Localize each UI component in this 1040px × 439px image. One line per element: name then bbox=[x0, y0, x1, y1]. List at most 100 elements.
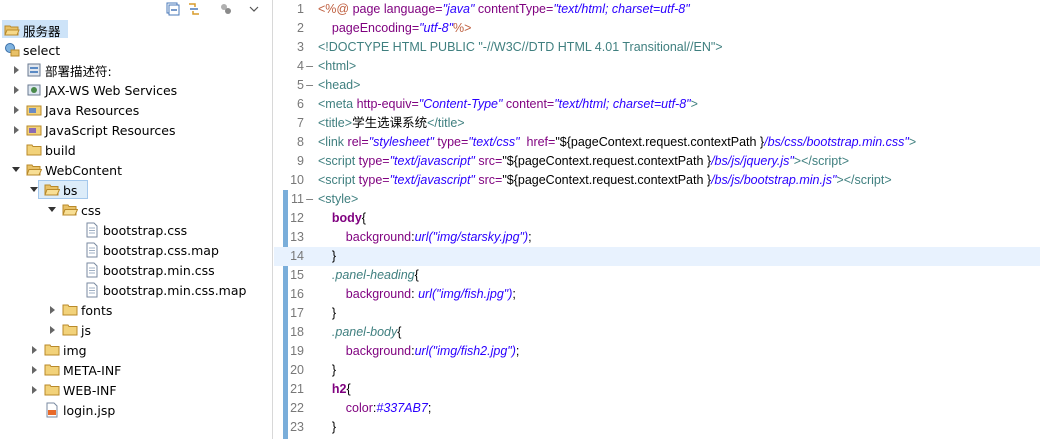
code-token: <style> bbox=[318, 192, 359, 206]
folder-icon bbox=[62, 322, 78, 338]
tree-item-fonts[interactable]: fonts bbox=[48, 300, 112, 320]
code-token: "utf-8" bbox=[419, 21, 454, 35]
code-line-9[interactable]: 9 <script type="text/javascript" src="${p… bbox=[274, 152, 1040, 171]
code-token: contentType= bbox=[474, 2, 554, 16]
code-line-13[interactable]: 13 background:url("img/starsky.jpg"); bbox=[274, 228, 1040, 247]
code-line-6[interactable]: 6 <meta http-equiv="Content-Type" content… bbox=[274, 95, 1040, 114]
file-icon bbox=[84, 282, 100, 298]
tree-item-label: JAX-WS Web Services bbox=[45, 82, 178, 98]
code-token: .panel-heading bbox=[331, 268, 415, 282]
project-node[interactable]: select bbox=[4, 40, 60, 60]
code-line-21[interactable]: 21 h2{ bbox=[274, 380, 1040, 399]
tree-item-javascript-resources[interactable]: JavaScript Resources bbox=[12, 120, 175, 140]
code-token: "text/javascript" bbox=[389, 154, 475, 168]
tree-item-webcontent[interactable]: WebContent bbox=[12, 160, 122, 180]
servers-node[interactable]: 服务器 bbox=[4, 20, 61, 40]
view-menu-button[interactable] bbox=[246, 1, 262, 17]
file-icon bbox=[84, 242, 100, 258]
code-line-10[interactable]: 10 <script type="text/javascript" src="${… bbox=[274, 171, 1040, 190]
fold-collapse-icon[interactable] bbox=[305, 57, 315, 76]
code-line-22[interactable]: 22 color:#337AB7; bbox=[274, 399, 1040, 418]
code-token: %> bbox=[453, 21, 472, 35]
code-token: "text/html; charset=utf-8" bbox=[553, 2, 690, 16]
tree-item-label: css bbox=[81, 202, 101, 218]
code-token: "text/html; charset=utf-8" bbox=[554, 97, 691, 111]
focus-button[interactable] bbox=[218, 1, 234, 17]
code-line-18[interactable]: 18 .panel-body{ bbox=[274, 323, 1040, 342]
code-text: <link rel="stylesheet" type="text/css" h… bbox=[318, 133, 916, 152]
collapsed-twisty-icon[interactable] bbox=[48, 305, 58, 315]
code-text: <meta http-equiv="Content-Type" content=… bbox=[318, 95, 698, 114]
code-token: src= bbox=[474, 173, 503, 187]
tree-item-jax-ws-web-services[interactable]: JAX-WS Web Services bbox=[12, 80, 177, 100]
code-token: <!DOCTYPE HTML PUBLIC bbox=[318, 40, 479, 54]
tree-item-label: login.jsp bbox=[63, 402, 116, 418]
code-token: } bbox=[318, 363, 337, 377]
folder-icon bbox=[26, 142, 42, 158]
expanded-twisty-icon[interactable] bbox=[30, 185, 40, 195]
tree-item-deployment-descriptor[interactable]: 部署描述符: bbox=[12, 60, 112, 80]
code-line-16[interactable]: 16 background: url("img/fish.jpg"); bbox=[274, 285, 1040, 304]
code-line-12[interactable]: 12 body{ bbox=[274, 209, 1040, 228]
expanded-twisty-icon[interactable] bbox=[12, 165, 22, 175]
tree-item-bootstrap-css[interactable]: bootstrap.css bbox=[70, 220, 187, 240]
code-line-15[interactable]: 15 .panel-heading{ bbox=[274, 266, 1040, 285]
code-token: ; bbox=[427, 401, 432, 415]
tree-item-java-resources[interactable]: Java Resources bbox=[12, 100, 139, 120]
code-line-11[interactable]: 11 <style> bbox=[274, 190, 1040, 209]
collapsed-twisty-icon[interactable] bbox=[12, 105, 22, 115]
collapsed-twisty-icon[interactable] bbox=[12, 125, 22, 135]
collapsed-twisty-icon[interactable] bbox=[48, 325, 58, 335]
tree-item-label: WEB-INF bbox=[63, 382, 117, 398]
collapsed-twisty-icon[interactable] bbox=[30, 365, 40, 375]
tree-item-bs[interactable]: bs bbox=[30, 180, 77, 200]
code-line-17[interactable]: 17 } bbox=[274, 304, 1040, 323]
code-line-20[interactable]: 20 } bbox=[274, 361, 1040, 380]
collapse-all-button[interactable] bbox=[165, 1, 181, 17]
collapsed-twisty-icon[interactable] bbox=[30, 385, 40, 395]
tree-item-js[interactable]: js bbox=[48, 320, 91, 340]
folder-open-icon bbox=[62, 202, 79, 218]
code-line-8[interactable]: 8 <link rel="stylesheet" type="text/css" … bbox=[274, 133, 1040, 152]
code-line-2[interactable]: 2 pageEncoding="utf-8"%> bbox=[274, 19, 1040, 38]
code-line-3[interactable]: 3 <!DOCTYPE HTML PUBLIC "-//W3C//DTD HTML… bbox=[274, 38, 1040, 57]
collapsed-twisty-icon[interactable] bbox=[30, 345, 40, 355]
line-number: 2 bbox=[297, 21, 304, 35]
code-line-7[interactable]: 7 <title>学生选课系统</title> bbox=[274, 114, 1040, 133]
code-line-1[interactable]: 1 <%@ page language="java" contentType="t… bbox=[274, 0, 1040, 19]
code-line-5[interactable]: 5 <head> bbox=[274, 76, 1040, 95]
tree-item-bootstrap-min-css[interactable]: bootstrap.min.css bbox=[70, 260, 215, 280]
tree-item-img[interactable]: img bbox=[30, 340, 87, 360]
tree-item-bootstrap-css-map[interactable]: bootstrap.css.map bbox=[70, 240, 219, 260]
code-text: .panel-heading{ bbox=[318, 266, 419, 285]
file-icon bbox=[84, 222, 100, 238]
tree-item-login-jsp[interactable]: login.jsp bbox=[30, 400, 115, 420]
code-line-4[interactable]: 4 <html> bbox=[274, 57, 1040, 76]
tree-item-meta-inf[interactable]: META-INF bbox=[30, 360, 121, 380]
fold-collapse-icon[interactable] bbox=[305, 76, 315, 95]
code-token: background bbox=[345, 230, 412, 244]
link-with-editor-button[interactable] bbox=[186, 1, 202, 17]
code-token: { bbox=[361, 211, 366, 225]
code-text: <style> bbox=[318, 190, 358, 209]
collapsed-twisty-icon[interactable] bbox=[12, 65, 22, 75]
line-number: 12 bbox=[290, 211, 304, 225]
expanded-twisty-icon[interactable] bbox=[48, 205, 58, 215]
code-line-14[interactable]: 14 } bbox=[274, 247, 1040, 266]
tree-item-bootstrap-min-css-map[interactable]: bootstrap.min.css.map bbox=[70, 280, 246, 300]
line-number: 23 bbox=[290, 420, 304, 434]
tree-item-build[interactable]: build bbox=[12, 140, 76, 160]
code-line-23[interactable]: 23 } bbox=[274, 418, 1040, 437]
code-token: </title> bbox=[427, 116, 465, 130]
tree-item-web-inf[interactable]: WEB-INF bbox=[30, 380, 117, 400]
collapsed-twisty-icon[interactable] bbox=[12, 85, 22, 95]
tree-item-css[interactable]: css bbox=[48, 200, 101, 220]
fold-collapse-icon[interactable] bbox=[305, 190, 315, 209]
code-text: <script type="text/javascript" src="${pa… bbox=[318, 171, 892, 190]
code-line-19[interactable]: 19 background:url("img/fish2.jpg"); bbox=[274, 342, 1040, 361]
code-editor[interactable]: 1 <%@ page language="java" contentType="t… bbox=[274, 0, 1040, 439]
